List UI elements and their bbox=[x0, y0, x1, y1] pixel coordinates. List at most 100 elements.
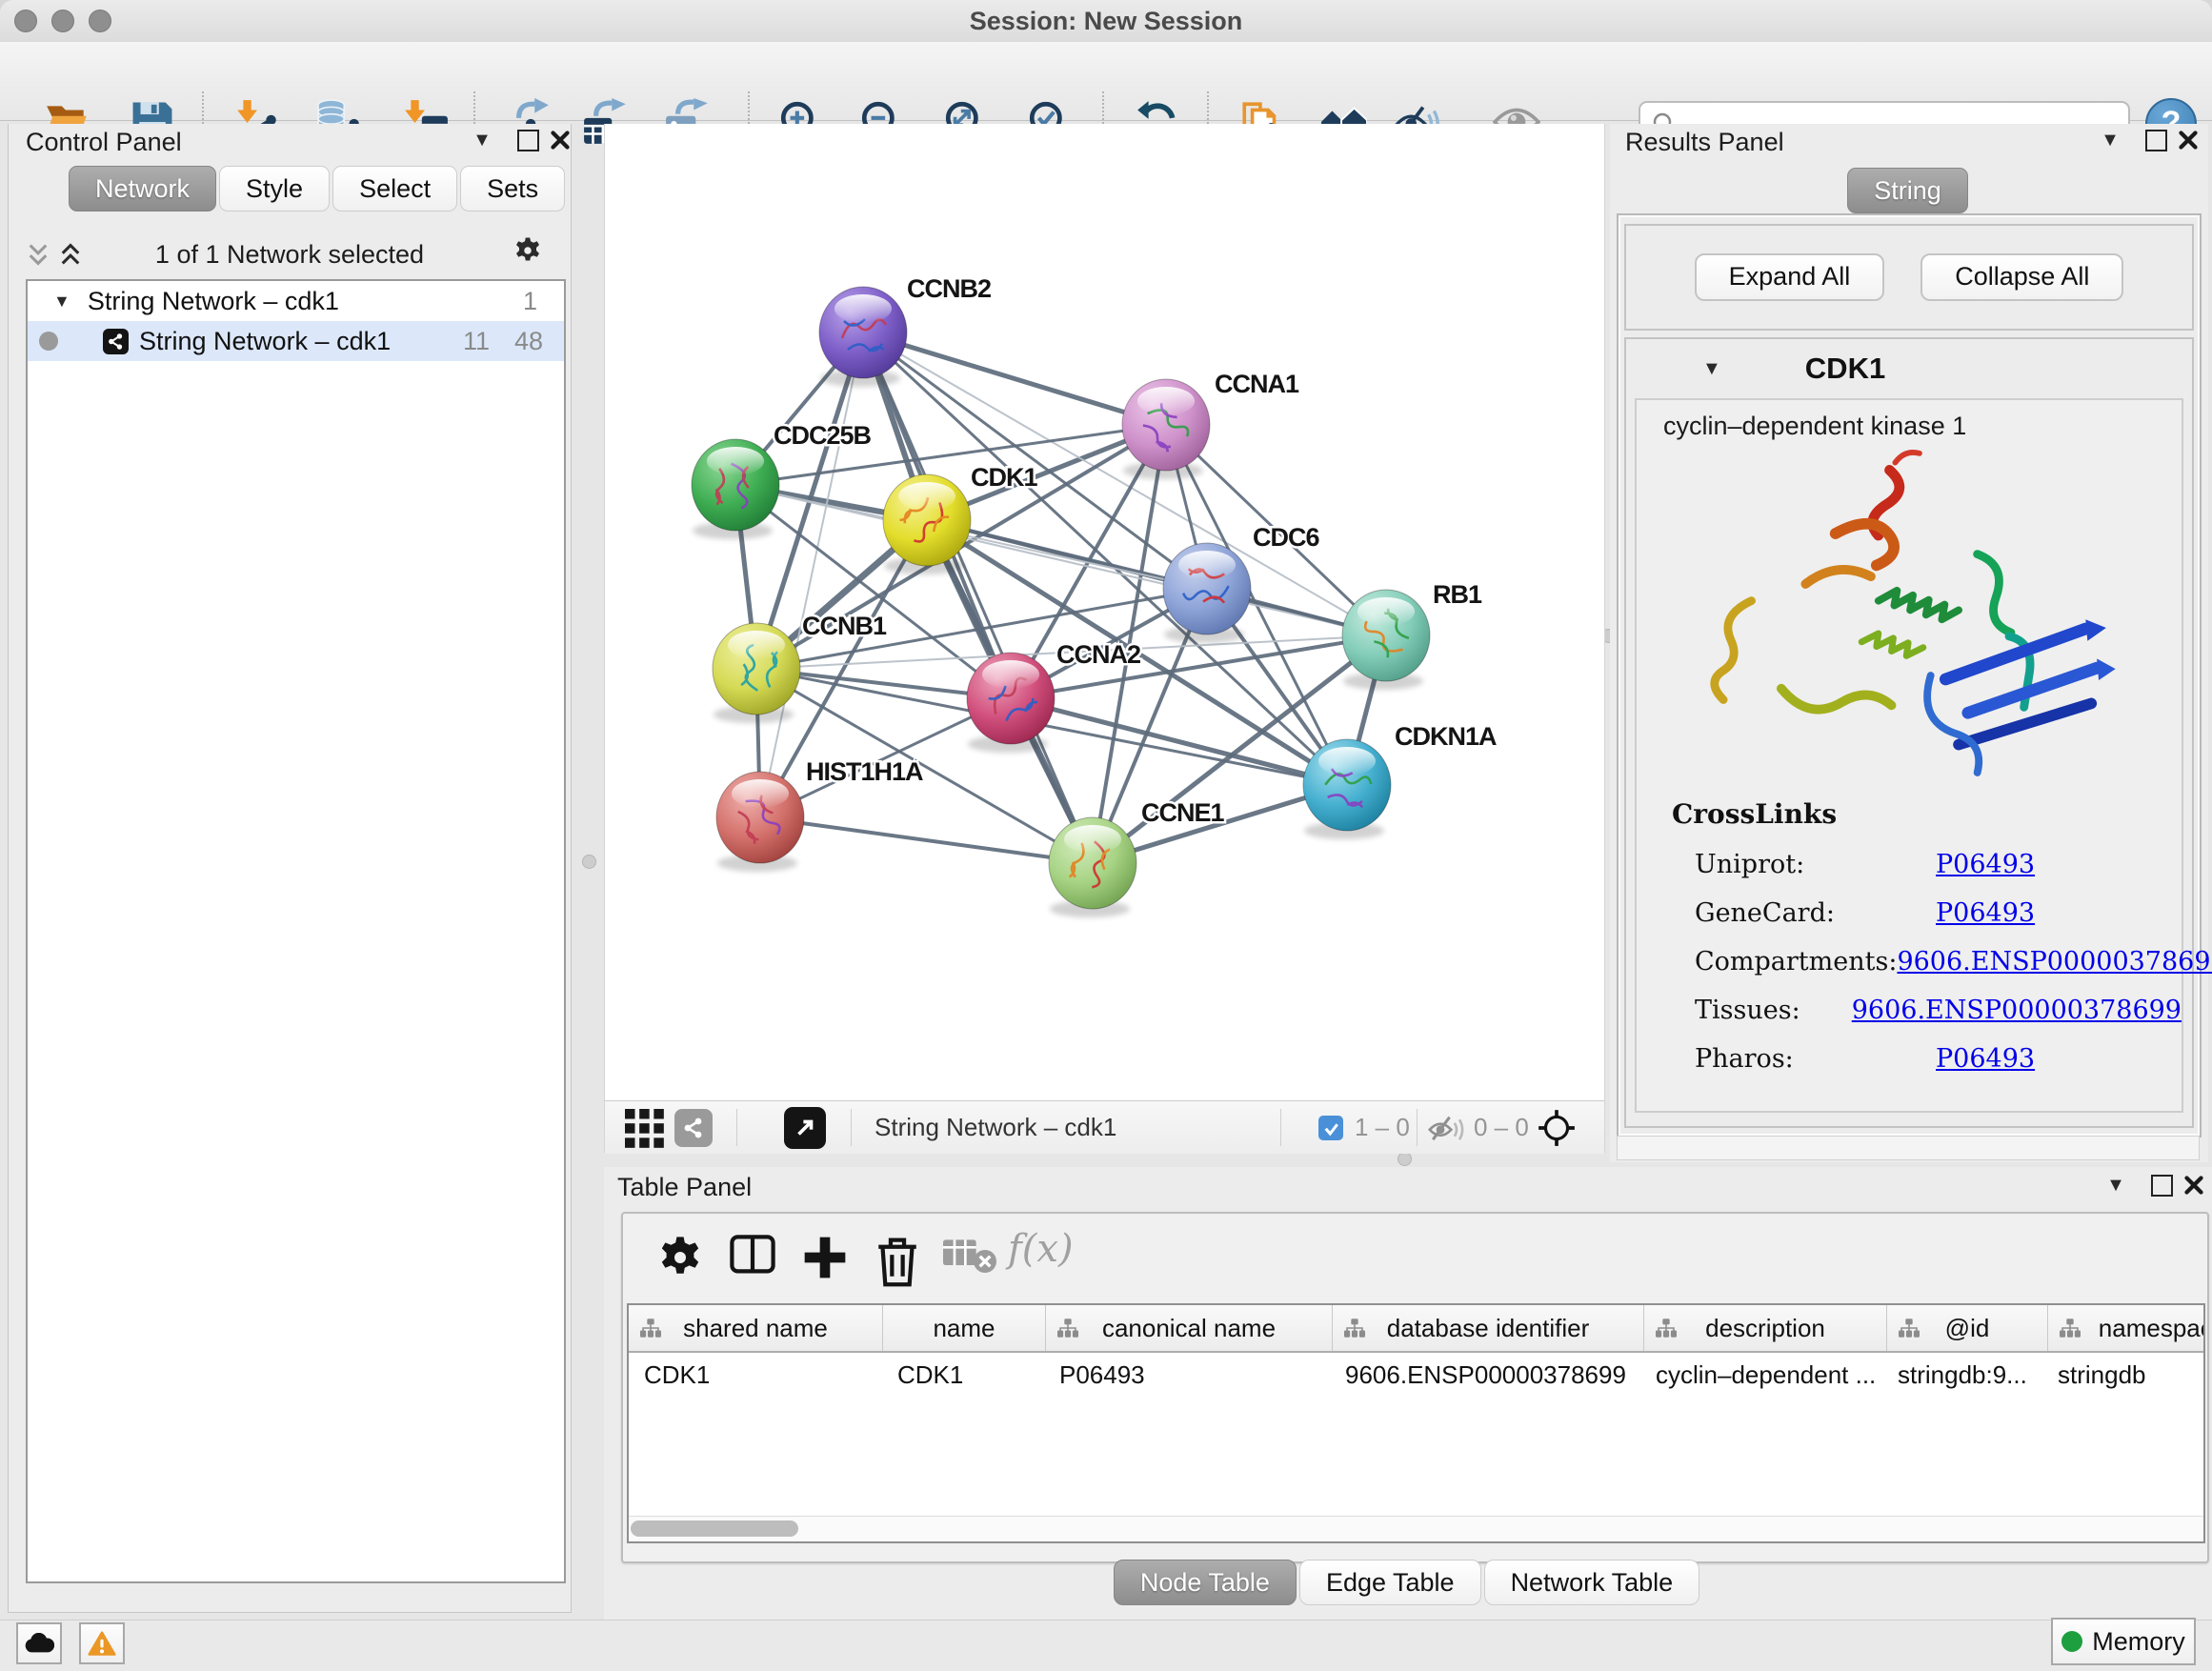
hidden-elements-eye-icon[interactable] bbox=[1428, 1113, 1466, 1148]
network-node[interactable] bbox=[713, 623, 800, 723]
column-header-label: namespace bbox=[2099, 1314, 2205, 1343]
expand-collapse-row: Expand All Collapse All bbox=[1624, 224, 2194, 331]
network-edge[interactable] bbox=[863, 332, 1166, 425]
column-header-label: name bbox=[933, 1314, 995, 1343]
protein-structure-image bbox=[1690, 444, 2140, 817]
left-splitter-handle[interactable] bbox=[582, 855, 596, 869]
table-cell: stringdb bbox=[2042, 1360, 2205, 1390]
add-column-icon[interactable] bbox=[802, 1235, 848, 1280]
column-header-label: canonical name bbox=[1102, 1314, 1276, 1343]
table-panel: Table Panel ▼ f(x) shared namenamecanoni… bbox=[604, 1167, 2212, 1622]
tab-network[interactable]: Network bbox=[69, 166, 216, 211]
gene-section-header[interactable]: ▼ CDK1 bbox=[1626, 339, 2192, 398]
table-panel-menu-icon[interactable]: ▼ bbox=[2101, 1171, 2130, 1199]
hierarchy-icon bbox=[1656, 1319, 1677, 1338]
network-collection-row[interactable]: ▼ String Network – cdk1 1 bbox=[28, 281, 564, 321]
network-node[interactable] bbox=[1163, 543, 1251, 643]
column-header-shared-name[interactable]: shared name bbox=[629, 1305, 883, 1351]
table-panel-float-icon[interactable] bbox=[2147, 1171, 2176, 1199]
table-cell: cyclin–dependent ... bbox=[1640, 1360, 1882, 1390]
warning-status-icon[interactable] bbox=[79, 1622, 125, 1664]
column-header-canonical-name[interactable]: canonical name bbox=[1046, 1305, 1333, 1351]
node-label: CCNB1 bbox=[802, 612, 887, 640]
network-canvas[interactable]: CCNB2CCNA1CDC25BCDK1CDC6RB1CCNB1CCNA2CDK… bbox=[605, 124, 1604, 1100]
tab-sets[interactable]: Sets bbox=[460, 166, 565, 211]
node-table-body: CDK1CDK1P064939606.ENSP00000378699cyclin… bbox=[629, 1353, 2203, 1397]
control-panel-float-icon[interactable] bbox=[513, 126, 542, 154]
table-cell: CDK1 bbox=[629, 1360, 882, 1390]
crosslink-link[interactable]: 9606.ENSP00000378699 bbox=[1897, 947, 2212, 976]
memory-button[interactable]: Memory bbox=[2051, 1618, 2196, 1665]
tab-network-table[interactable]: Network Table bbox=[1484, 1560, 1700, 1605]
results-scrollbar-track[interactable] bbox=[1617, 1136, 2200, 1160]
crosslink-link[interactable]: P06493 bbox=[1936, 850, 2035, 879]
birdseye-crosshair-icon[interactable] bbox=[1537, 1108, 1577, 1153]
selected-count: 1 – 0 bbox=[1355, 1101, 1410, 1154]
column-header-name[interactable]: name bbox=[883, 1305, 1046, 1351]
table-panel-close-icon[interactable] bbox=[2180, 1171, 2208, 1199]
cloud-status-icon[interactable] bbox=[16, 1622, 62, 1664]
network-row-selected[interactable]: String Network – cdk1 11 48 bbox=[28, 321, 564, 361]
grid-view-icon[interactable] bbox=[625, 1109, 665, 1147]
column-header-label: @id bbox=[1945, 1314, 1990, 1343]
network-row-label: String Network – cdk1 bbox=[139, 327, 391, 356]
table-tabs: Node TableEdge TableNetwork Table bbox=[604, 1560, 2212, 1605]
tab-node-table[interactable]: Node Table bbox=[1114, 1560, 1297, 1605]
network-node[interactable] bbox=[1303, 739, 1391, 839]
crosslink-label: GeneCard: bbox=[1695, 898, 1936, 928]
control-panel-menu-icon[interactable]: ▼ bbox=[468, 126, 496, 154]
collection-expand-icon[interactable]: ▼ bbox=[53, 292, 70, 312]
expand-all-networks-icon[interactable] bbox=[56, 240, 85, 269]
open-in-new-window-icon[interactable] bbox=[784, 1107, 826, 1149]
network-list-options-gear-icon[interactable] bbox=[513, 236, 542, 265]
table-hscrollbar-thumb[interactable] bbox=[631, 1520, 798, 1537]
string-network-icon bbox=[103, 329, 129, 354]
collapse-all-button[interactable]: Collapse All bbox=[1920, 253, 2123, 301]
collection-label: String Network – cdk1 bbox=[88, 287, 339, 316]
network-node[interactable] bbox=[1342, 590, 1430, 690]
network-node[interactable] bbox=[692, 439, 779, 539]
column-header-id[interactable]: @id bbox=[1887, 1305, 2048, 1351]
tab-edge-table[interactable]: Edge Table bbox=[1299, 1560, 1481, 1605]
bottom-splitter-handle[interactable] bbox=[1398, 1152, 1412, 1166]
table-row[interactable]: CDK1CDK1P064939606.ENSP00000378699cyclin… bbox=[629, 1353, 2203, 1397]
collapse-all-networks-icon[interactable] bbox=[24, 240, 52, 269]
results-panel-close-icon[interactable] bbox=[2174, 126, 2202, 154]
node-label: HIST1H1A bbox=[806, 757, 923, 786]
crosslink-link[interactable]: P06493 bbox=[1936, 1044, 2035, 1074]
network-edge[interactable] bbox=[760, 332, 863, 817]
network-node[interactable] bbox=[967, 653, 1055, 753]
network-node[interactable] bbox=[1122, 379, 1210, 479]
column-header-namespace[interactable]: namespace bbox=[2048, 1305, 2205, 1351]
crosslink-row: Tissues:9606.ENSP00000378699 bbox=[1637, 986, 2182, 1035]
table-options-gear-icon[interactable] bbox=[657, 1235, 703, 1280]
delete-column-icon[interactable] bbox=[875, 1235, 920, 1280]
results-panel-title: Results Panel bbox=[1625, 128, 1784, 157]
table-hscrollbar-track[interactable] bbox=[629, 1516, 2203, 1541]
network-node[interactable] bbox=[1049, 817, 1136, 917]
node-label: CDK1 bbox=[971, 463, 1037, 492]
node-label: RB1 bbox=[1433, 580, 1482, 609]
show-columns-icon[interactable] bbox=[730, 1235, 775, 1280]
network-node[interactable] bbox=[883, 474, 971, 574]
network-edge[interactable] bbox=[760, 817, 1093, 863]
tab-style[interactable]: Style bbox=[219, 166, 330, 211]
column-header-label: shared name bbox=[683, 1314, 828, 1343]
crosslink-link[interactable]: P06493 bbox=[1936, 898, 2035, 928]
column-header-description[interactable]: description bbox=[1644, 1305, 1887, 1351]
selected-nodes-checkbox-icon[interactable] bbox=[1318, 1116, 1343, 1140]
crosslink-row: Compartments:9606.ENSP00000378699 bbox=[1637, 937, 2182, 986]
gene-collapse-icon[interactable]: ▼ bbox=[1702, 358, 1721, 380]
network-node[interactable] bbox=[716, 772, 804, 872]
results-panel-float-icon[interactable] bbox=[2142, 126, 2170, 154]
crosslink-link[interactable]: 9606.ENSP00000378699 bbox=[1852, 996, 2182, 1025]
column-header-database-identifier[interactable]: database identifier bbox=[1333, 1305, 1644, 1351]
expand-all-button[interactable]: Expand All bbox=[1695, 253, 1885, 301]
crosslink-label: Tissues: bbox=[1695, 996, 1852, 1025]
tab-select[interactable]: Select bbox=[332, 166, 457, 211]
results-panel-menu-icon[interactable]: ▼ bbox=[2096, 126, 2124, 154]
control-panel-close-icon[interactable] bbox=[546, 126, 574, 154]
tab-string[interactable]: String bbox=[1847, 168, 1968, 213]
network-view-share-icon[interactable] bbox=[674, 1109, 713, 1147]
hierarchy-icon bbox=[2060, 1319, 2081, 1338]
